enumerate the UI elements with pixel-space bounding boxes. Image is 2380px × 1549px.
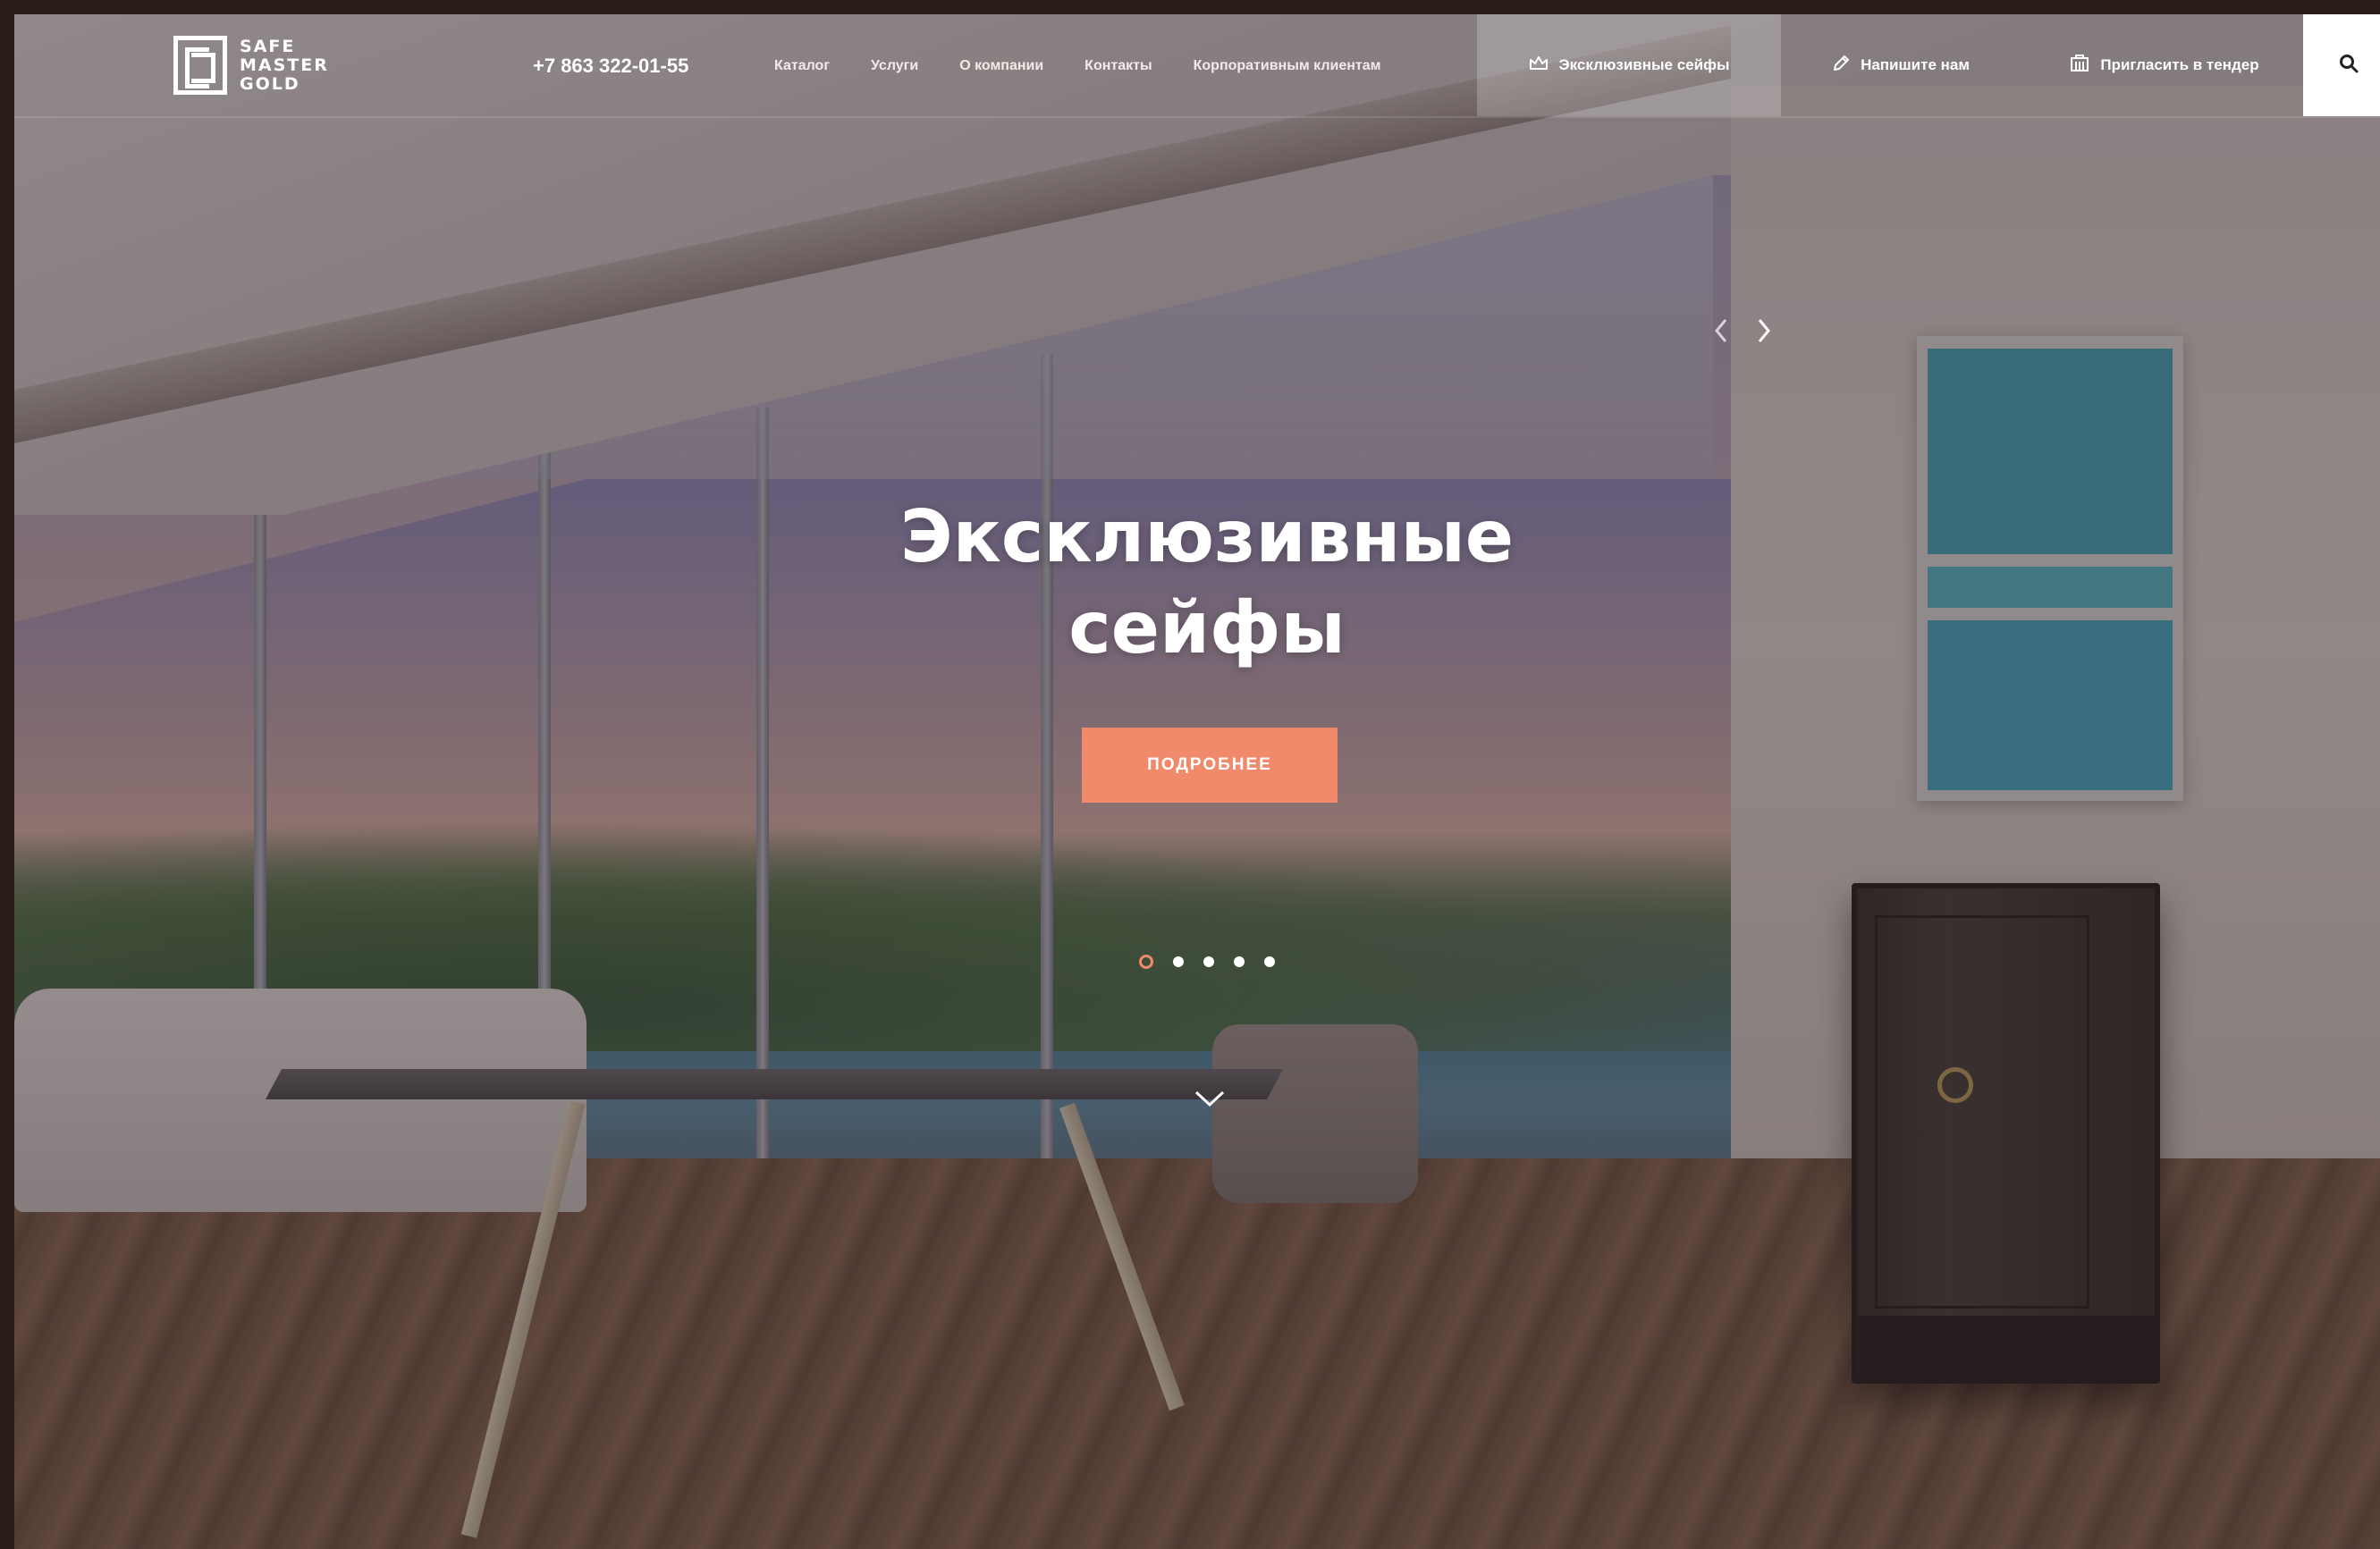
exclusive-safes-label: Эксклюзивные сейфы — [1558, 56, 1730, 73]
nav-item-contacts[interactable]: Контакты — [1085, 58, 1152, 74]
invite-tender-link[interactable]: Пригласить в тендер — [2044, 14, 2285, 116]
slider-dot[interactable] — [1173, 956, 1184, 967]
logo-line: GOLD — [240, 73, 300, 94]
nav-item-corporate[interactable]: Корпоративным клиентам — [1194, 58, 1381, 74]
page-frame: SAFE MASTER GOLD +7 863 322-01-55 Катало… — [0, 0, 2380, 1549]
invite-tender-label: Пригласить в тендер — [2100, 56, 2259, 73]
slider-prev-button[interactable] — [1709, 315, 1733, 347]
slider-dot[interactable] — [1139, 955, 1153, 969]
chevron-down-icon — [1194, 1090, 1225, 1107]
pencil-icon — [1832, 55, 1850, 77]
exclusive-safes-link[interactable]: Эксклюзивные сейфы — [1477, 14, 1781, 116]
nav-item-catalog[interactable]: Каталог — [774, 58, 830, 74]
write-us-link[interactable]: Напишите нам — [1802, 14, 1999, 116]
chevron-left-icon — [1715, 319, 1727, 342]
search-button[interactable] — [2303, 14, 2380, 116]
write-us-label: Напишите нам — [1861, 56, 1970, 73]
slider-dot[interactable] — [1264, 956, 1275, 967]
nav-item-about[interactable]: О компании — [959, 58, 1043, 74]
main-nav: Каталог Услуги О компании Контакты Корпо… — [774, 58, 1381, 74]
slider-next-button[interactable] — [1752, 315, 1776, 347]
site-header: SAFE MASTER GOLD +7 863 322-01-55 Катало… — [14, 14, 2380, 118]
logo-line: SAFE — [240, 36, 296, 56]
logo-line: MASTER — [240, 55, 329, 75]
slider-arrows — [1709, 315, 1776, 347]
hero-title: Эксклюзивные сейфы — [805, 492, 1609, 674]
slider-dot[interactable] — [1234, 956, 1245, 967]
building-icon — [2070, 54, 2089, 77]
logo-mark-icon — [173, 36, 227, 95]
nav-item-services[interactable]: Услуги — [871, 58, 918, 74]
scroll-down-button[interactable] — [1190, 1083, 1229, 1114]
hero-title-line: сейфы — [1068, 586, 1346, 669]
crown-icon — [1529, 55, 1549, 76]
logo-text: SAFE MASTER GOLD — [240, 36, 329, 94]
slider-dot[interactable] — [1203, 956, 1214, 967]
search-icon — [2339, 54, 2359, 77]
logo[interactable]: SAFE MASTER GOLD — [173, 36, 329, 95]
hero-title-line: Эксклюзивные — [899, 495, 1515, 578]
phone-link[interactable]: +7 863 322-01-55 — [533, 55, 688, 78]
more-button[interactable]: ПОДРОБНЕЕ — [1082, 728, 1338, 803]
chevron-right-icon — [1758, 319, 1770, 342]
slider-dots — [1139, 955, 1275, 969]
